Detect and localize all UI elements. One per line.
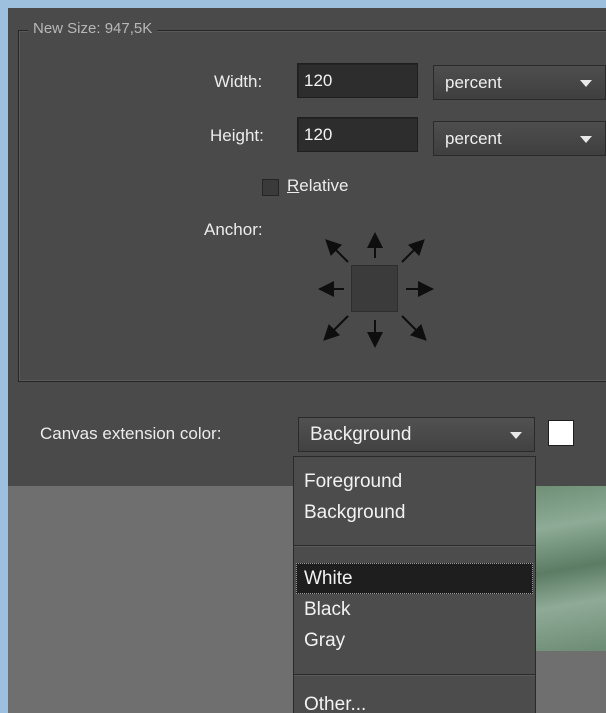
chevron-down-icon bbox=[510, 432, 522, 439]
image-preview bbox=[531, 486, 606, 651]
relative-label-rest: elative bbox=[299, 176, 349, 195]
chevron-down-icon bbox=[580, 136, 592, 143]
height-unit-value: percent bbox=[445, 129, 502, 148]
canvas-color-selected: Background bbox=[310, 424, 412, 445]
width-unit-value: percent bbox=[445, 73, 502, 92]
height-input[interactable]: 120 bbox=[297, 117, 418, 152]
height-unit-dropdown[interactable]: percent bbox=[433, 121, 606, 156]
arrow-down-right-icon[interactable] bbox=[401, 315, 427, 341]
menu-item-background[interactable]: Background bbox=[296, 497, 533, 528]
width-unit-dropdown[interactable]: percent bbox=[433, 65, 606, 100]
relative-checkbox[interactable] bbox=[262, 179, 279, 196]
menu-separator bbox=[294, 674, 535, 676]
menu-item-foreground[interactable]: Foreground bbox=[296, 466, 533, 497]
arrow-down-left-icon[interactable] bbox=[323, 315, 349, 341]
width-input[interactable]: 120 bbox=[297, 63, 418, 98]
menu-item-other[interactable]: Other... bbox=[296, 689, 533, 713]
relative-accelerator: R bbox=[287, 176, 300, 195]
height-label: Height: bbox=[210, 126, 264, 145]
menu-separator bbox=[294, 545, 535, 547]
chevron-down-icon bbox=[580, 80, 592, 87]
new-size-legend: New Size: 947,5K bbox=[28, 19, 158, 39]
canvas-size-dialog: New Size: 947,5K Width: 120 percent Heig… bbox=[8, 8, 606, 713]
canvas-color-swatch[interactable] bbox=[548, 420, 574, 446]
anchor-arrows bbox=[318, 232, 434, 348]
canvas-color-menu: Foreground Background White Black Gray O… bbox=[293, 456, 536, 713]
menu-item-white[interactable]: White bbox=[296, 563, 533, 594]
canvas-color-label: Canvas extension color: bbox=[40, 424, 222, 443]
canvas-color-dropdown[interactable]: Background bbox=[298, 417, 535, 452]
width-label: Width: bbox=[214, 72, 263, 91]
menu-item-gray[interactable]: Gray bbox=[296, 625, 533, 656]
anchor-grid[interactable] bbox=[306, 220, 456, 370]
anchor-label: Anchor: bbox=[204, 220, 263, 239]
relative-label[interactable]: Relative bbox=[287, 176, 348, 196]
arrow-up-right-icon[interactable] bbox=[401, 239, 425, 263]
arrow-up-left-icon[interactable] bbox=[325, 239, 349, 263]
menu-item-black[interactable]: Black bbox=[296, 594, 533, 625]
